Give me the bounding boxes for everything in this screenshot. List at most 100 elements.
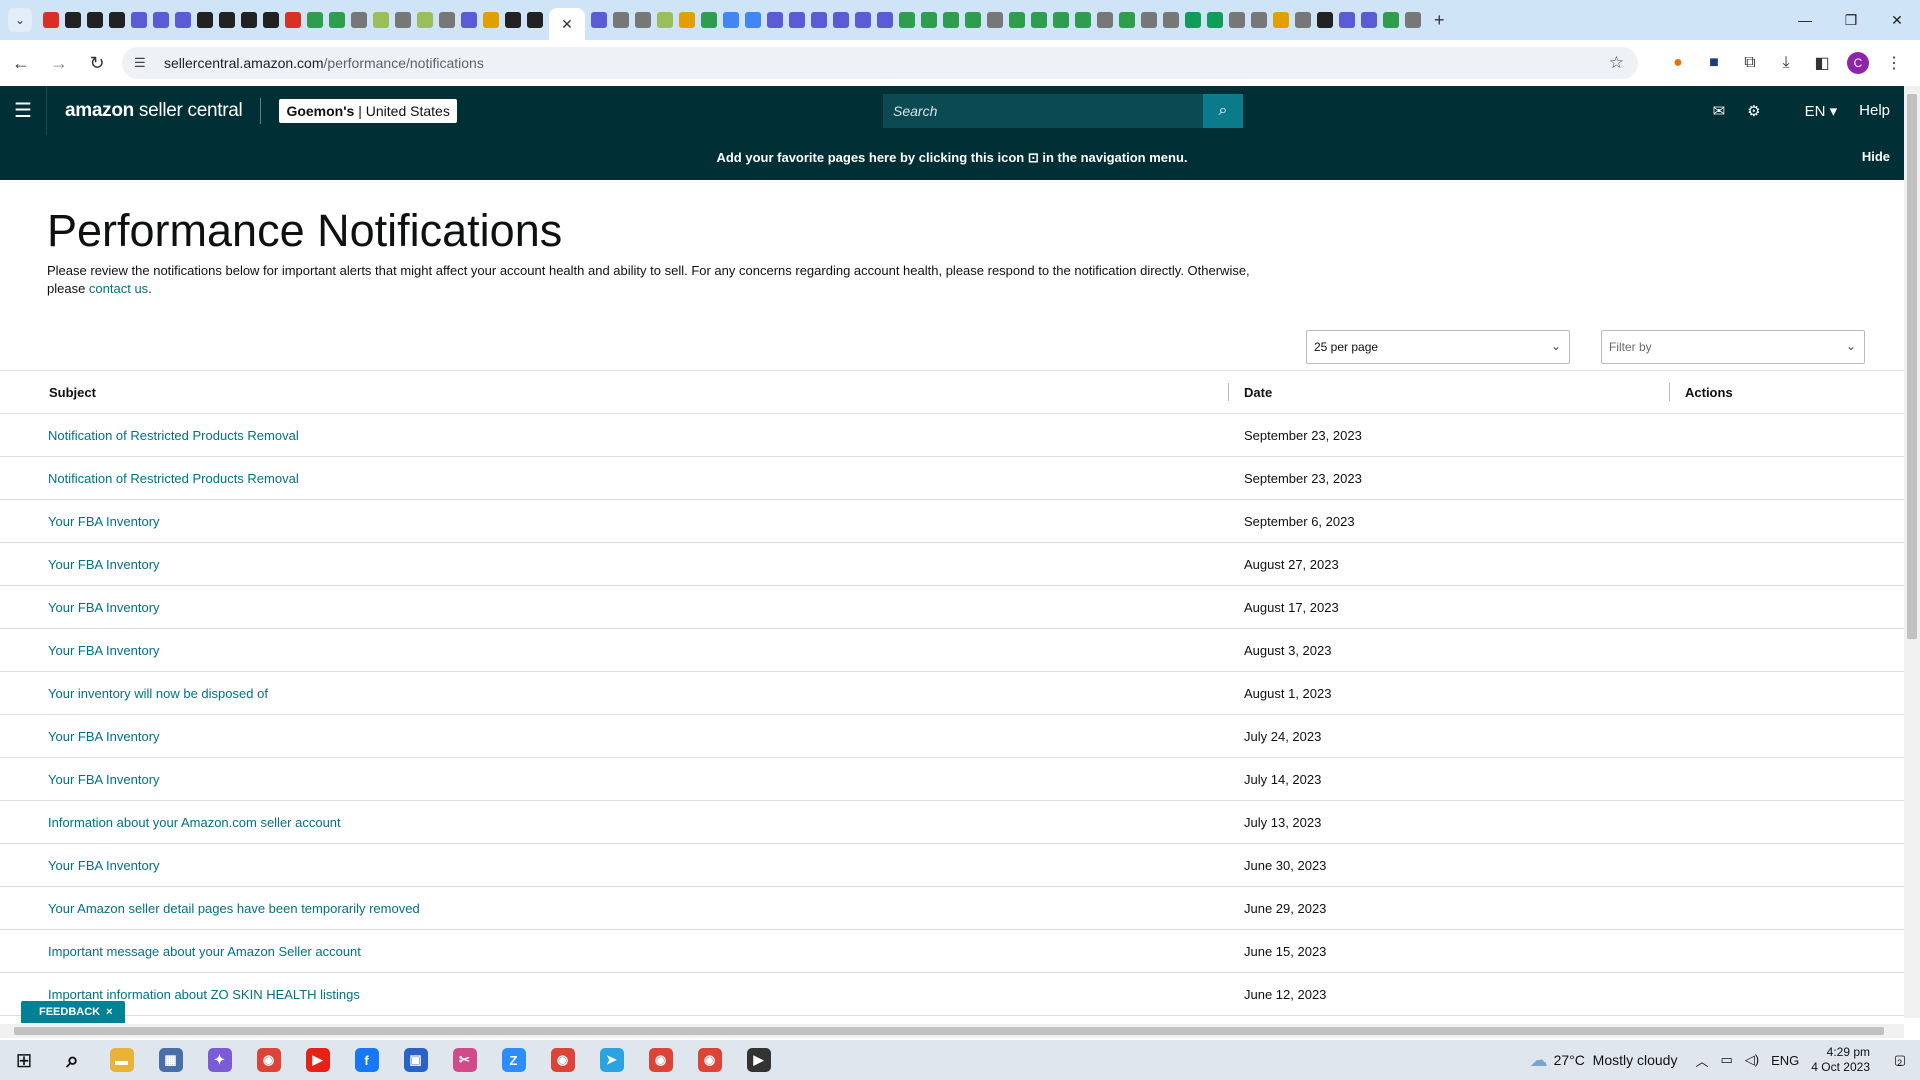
mail-icon[interactable]: ✉ bbox=[1713, 102, 1726, 120]
browser-tab-favicon[interactable] bbox=[527, 12, 543, 28]
browser-tab-favicon[interactable] bbox=[1119, 12, 1135, 28]
download-icon[interactable]: ⤓ bbox=[1768, 48, 1804, 78]
clock[interactable]: 4:29 pm 4 Oct 2023 bbox=[1811, 1045, 1870, 1075]
browser-tab-favicon[interactable] bbox=[833, 12, 849, 28]
taskbar-app-zoom[interactable]: Z bbox=[489, 1040, 538, 1080]
taskbar-app-youtube[interactable]: ▶ bbox=[293, 1040, 342, 1080]
forward-button[interactable]: → bbox=[42, 46, 76, 80]
browser-tab-favicon[interactable] bbox=[439, 12, 455, 28]
vertical-scroll-thumb[interactable] bbox=[1907, 94, 1917, 639]
extensions-puzzle-icon[interactable]: ⧉ bbox=[1732, 48, 1768, 78]
browser-tab-favicon[interactable] bbox=[483, 12, 499, 28]
notification-subject-link[interactable]: Your inventory will now be disposed of bbox=[48, 686, 268, 701]
bookmark-star-icon[interactable]: ☆ bbox=[1609, 53, 1624, 73]
horizontal-scroll-thumb[interactable] bbox=[14, 1027, 1884, 1035]
weather-widget[interactable]: ☁ 27°C Mostly cloudy bbox=[1530, 1050, 1678, 1071]
seller-central-logo[interactable]: amazon seller central bbox=[65, 100, 243, 122]
browser-tab-favicon[interactable] bbox=[1229, 12, 1245, 28]
browser-menu-icon[interactable]: ⋮ bbox=[1876, 48, 1912, 78]
notification-subject-link[interactable]: Your FBA Inventory bbox=[48, 643, 160, 658]
taskbar-app-snipping[interactable]: ✂ bbox=[440, 1040, 489, 1080]
notification-subject-link[interactable]: Your Amazon seller detail pages have bee… bbox=[48, 901, 420, 916]
search-icon[interactable]: ⌕ bbox=[1203, 94, 1243, 128]
browser-tab-favicon[interactable] bbox=[87, 12, 103, 28]
minimize-button[interactable]: — bbox=[1782, 0, 1828, 40]
taskbar-app-chrome-3[interactable]: ◉ bbox=[636, 1040, 685, 1080]
volume-icon[interactable]: ◁) bbox=[1745, 1052, 1759, 1068]
notification-subject-link[interactable]: Notification of Restricted Products Remo… bbox=[48, 428, 299, 443]
notification-subject-link[interactable]: Your FBA Inventory bbox=[48, 600, 160, 615]
browser-tab-favicon[interactable] bbox=[855, 12, 871, 28]
browser-tab-favicon[interactable] bbox=[1405, 12, 1421, 28]
extension-icon-2[interactable]: ■ bbox=[1696, 48, 1732, 78]
address-bar[interactable]: ☰ sellercentral.amazon.com/performance/n… bbox=[122, 47, 1638, 79]
column-divider[interactable] bbox=[1669, 383, 1670, 401]
vertical-scrollbar[interactable] bbox=[1904, 86, 1920, 1018]
taskbar-app-calculator[interactable]: ▦ bbox=[146, 1040, 195, 1080]
browser-tab-favicon[interactable] bbox=[679, 12, 695, 28]
browser-tab-favicon[interactable] bbox=[613, 12, 629, 28]
active-tab[interactable]: ✕ bbox=[549, 8, 585, 40]
browser-tab-favicon[interactable] bbox=[263, 12, 279, 28]
help-link[interactable]: Help bbox=[1859, 102, 1890, 119]
notification-subject-link[interactable]: Important message about your Amazon Sell… bbox=[48, 944, 361, 959]
notification-subject-link[interactable]: Information about your Amazon.com seller… bbox=[48, 815, 341, 830]
notification-subject-link[interactable]: Your FBA Inventory bbox=[48, 858, 160, 873]
browser-tab-favicon[interactable] bbox=[789, 12, 805, 28]
browser-tab-favicon[interactable] bbox=[767, 12, 783, 28]
column-header-date[interactable]: Date bbox=[1244, 385, 1272, 400]
reload-button[interactable]: ↻ bbox=[80, 46, 114, 80]
browser-tab-favicon[interactable] bbox=[591, 12, 607, 28]
browser-tab-favicon[interactable] bbox=[505, 12, 521, 28]
column-header-subject[interactable]: Subject bbox=[49, 385, 96, 400]
browser-tab-favicon[interactable] bbox=[175, 12, 191, 28]
notification-subject-link[interactable]: Your FBA Inventory bbox=[48, 772, 160, 787]
browser-tab-favicon[interactable] bbox=[1031, 12, 1047, 28]
browser-tab-favicon[interactable] bbox=[131, 12, 147, 28]
browser-tab-favicon[interactable] bbox=[965, 12, 981, 28]
hamburger-menu-icon[interactable]: ☰ bbox=[0, 86, 47, 135]
browser-tab-favicon[interactable] bbox=[395, 12, 411, 28]
restore-button[interactable]: ❐ bbox=[1828, 0, 1874, 40]
close-window-button[interactable]: ✕ bbox=[1874, 0, 1920, 40]
browser-tab-favicon[interactable] bbox=[1295, 12, 1311, 28]
browser-tab-favicon[interactable] bbox=[1339, 12, 1355, 28]
per-page-select[interactable]: 25 per page ⌄ bbox=[1306, 330, 1570, 364]
search-input[interactable] bbox=[883, 94, 1203, 128]
browser-tab-favicon[interactable] bbox=[1251, 12, 1267, 28]
close-icon[interactable]: × bbox=[106, 1006, 112, 1018]
browser-tab-favicon[interactable] bbox=[1383, 12, 1399, 28]
browser-tab-favicon[interactable] bbox=[745, 12, 761, 28]
browser-tab-favicon[interactable] bbox=[241, 12, 257, 28]
notification-subject-link[interactable]: Your FBA Inventory bbox=[48, 557, 160, 572]
contact-us-link[interactable]: contact us bbox=[89, 281, 148, 296]
taskbar-app-copilot[interactable]: ✦ bbox=[195, 1040, 244, 1080]
windows-start-icon[interactable]: ⊞ bbox=[0, 1040, 48, 1080]
browser-tab-favicon[interactable] bbox=[635, 12, 651, 28]
browser-tab-favicon[interactable] bbox=[899, 12, 915, 28]
browser-tab-favicon[interactable] bbox=[1141, 12, 1157, 28]
taskbar-app-search-app[interactable]: ⌕ bbox=[48, 1040, 97, 1080]
browser-tab-favicon[interactable] bbox=[1185, 12, 1201, 28]
column-divider[interactable] bbox=[1228, 383, 1229, 401]
taskbar-app-file-explorer[interactable]: ▬ bbox=[97, 1040, 146, 1080]
browser-tab-favicon[interactable] bbox=[657, 12, 673, 28]
notification-subject-link[interactable]: Your FBA Inventory bbox=[48, 514, 160, 529]
browser-tab-favicon[interactable] bbox=[461, 12, 477, 28]
taskbar-app-chrome-2[interactable]: ◉ bbox=[538, 1040, 587, 1080]
browser-tab-favicon[interactable] bbox=[1163, 12, 1179, 28]
browser-tab-favicon[interactable] bbox=[307, 12, 323, 28]
browser-tab-favicon[interactable] bbox=[65, 12, 81, 28]
gear-icon[interactable]: ⚙ bbox=[1747, 102, 1760, 120]
browser-tab-favicon[interactable] bbox=[1273, 12, 1289, 28]
browser-tab-favicon[interactable] bbox=[329, 12, 345, 28]
horizontal-scrollbar[interactable] bbox=[0, 1024, 1904, 1038]
browser-tab-favicon[interactable] bbox=[877, 12, 893, 28]
browser-tab-favicon[interactable] bbox=[197, 12, 213, 28]
tray-chevron-icon[interactable]: ︿ bbox=[1695, 1051, 1708, 1070]
browser-tab-favicon[interactable] bbox=[701, 12, 717, 28]
browser-tab-favicon[interactable] bbox=[219, 12, 235, 28]
browser-tab-favicon[interactable] bbox=[1317, 12, 1333, 28]
language-selector[interactable]: EN ▾ bbox=[1783, 102, 1838, 120]
site-info-icon[interactable]: ☰ bbox=[134, 55, 154, 71]
